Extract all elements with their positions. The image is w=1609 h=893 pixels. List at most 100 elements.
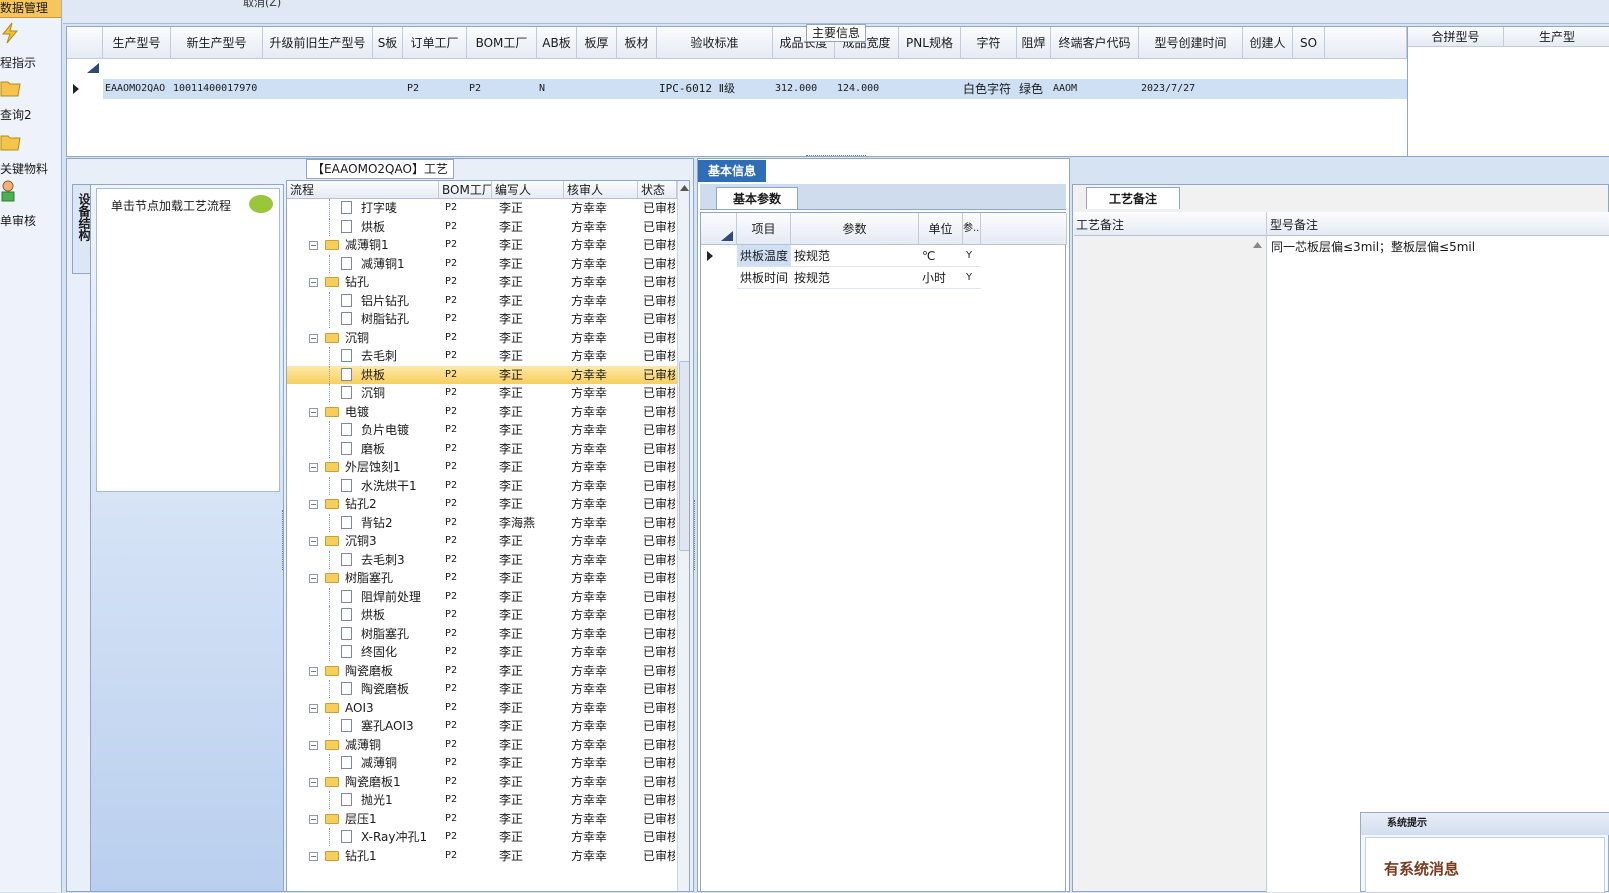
tree-row[interactable]: 背钻2 P2 李海燕 方幸幸 已审核	[287, 513, 677, 533]
tree-row[interactable]: 抛光1 P2 李正 方幸幸 已审核	[287, 791, 677, 810]
collapse-icon[interactable]: −	[309, 537, 318, 546]
basic-info-tab[interactable]: 基本信息	[698, 160, 766, 182]
process-tab[interactable]: 【EAAOMO2QAO】工艺流程	[306, 159, 454, 194]
basic-params-tab[interactable]: 基本参数	[716, 187, 798, 209]
col-header[interactable]: BOM工厂	[467, 27, 537, 59]
tree-row[interactable]: − 电镀 P2 李正 方幸幸 已审核	[287, 403, 677, 422]
col-header[interactable]: 型号备注	[1270, 216, 1318, 233]
collapse-icon[interactable]: −	[309, 851, 318, 861]
node-tree-list[interactable]: 单击节点加载工艺流程	[96, 188, 280, 492]
tree-row[interactable]: 减薄铜1 P2 李正 方幸幸 已审核	[287, 254, 677, 274]
col-header[interactable]: 状态	[638, 181, 677, 199]
collapse-icon[interactable]: −	[309, 740, 318, 750]
col-header[interactable]: 项目	[737, 213, 791, 245]
col-header[interactable]: 升级前旧生产型号	[263, 27, 373, 59]
collapse-icon[interactable]: −	[309, 407, 318, 417]
collapse-icon[interactable]: −	[309, 278, 318, 287]
collapse-icon[interactable]: −	[309, 500, 318, 509]
collapse-icon[interactable]: −	[309, 574, 318, 583]
tree-row[interactable]: − 减薄铜 P2 李正 方幸幸 已审核	[287, 736, 677, 755]
scroll-up-icon[interactable]	[1253, 242, 1262, 248]
col-header[interactable]: 参...	[963, 213, 981, 245]
col-header[interactable]: 阻焊	[1017, 27, 1051, 59]
col-header[interactable]: 板厚	[577, 27, 617, 59]
tree-scrollbar[interactable]	[677, 181, 689, 891]
system-notice-popup[interactable]: 系统提示 有系统消息	[1360, 812, 1609, 893]
tree-row[interactable]: 烘板 P2 李正 方幸幸 已审核	[287, 217, 677, 237]
col-header[interactable]: 新生产型号	[171, 27, 263, 59]
cell-unit[interactable]: 小时	[919, 267, 963, 289]
cell-unit[interactable]: ℃	[919, 245, 963, 267]
tree-row[interactable]: 打字唛 P2 李正 方幸幸 已审核	[287, 199, 677, 218]
collapse-icon[interactable]: −	[309, 777, 318, 787]
tree-row[interactable]: 塞孔AOI3 P2 李正 方幸幸 已审核	[287, 717, 677, 736]
collapse-icon[interactable]: −	[309, 703, 318, 713]
tree-row[interactable]: 去毛刺 P2 李正 方幸幸 已审核	[287, 347, 677, 366]
col-header[interactable]: PNL规格	[899, 27, 961, 59]
tree-row[interactable]: 沉铜 P2 李正 方幸幸 已审核	[287, 384, 677, 403]
cell-param[interactable]: 按规范	[791, 245, 919, 267]
splitter-handle[interactable]	[282, 510, 286, 570]
col-header[interactable]: 订单工厂	[403, 27, 467, 59]
scroll-thumb[interactable]	[679, 361, 689, 551]
cell-flag[interactable]: Y	[963, 245, 981, 267]
cell-flag[interactable]: Y	[963, 267, 981, 289]
process-tree-grid[interactable]: 流程 BOM工厂 编写人 核审人 状态 打字唛P2李正方幸幸已审核烘板P2李正方…	[286, 180, 690, 892]
collapse-icon[interactable]: −	[309, 666, 318, 676]
basic-params-grid[interactable]: 项目 参数 单位 参... 烘板温度 按规范 ℃ Y 烘板时间 按规范 小时 Y	[700, 212, 1067, 892]
col-header[interactable]: 编写人	[492, 181, 564, 199]
tree-row[interactable]: − 外层蚀刻1 P2 李正 方幸幸 已审核	[287, 458, 677, 477]
tree-row[interactable]: 水洗烘干1 P2 李正 方幸幸 已审核	[287, 476, 677, 496]
cell-item[interactable]: 烘板温度	[737, 245, 791, 267]
sidebar-item-key-material[interactable]: 关键物料	[0, 130, 61, 176]
col-header[interactable]: 工艺备注	[1076, 216, 1124, 233]
tree-row[interactable]: 终固化 P2 李正 方幸幸 已审核	[287, 643, 677, 662]
tree-row[interactable]: 陶瓷磨板 P2 李正 方幸幸 已审核	[287, 680, 677, 699]
tree-row[interactable]: 铝片钻孔 P2 李正 方幸幸 已审核	[287, 291, 677, 311]
tree-row[interactable]: − 层压1 P2 李正 方幸幸 已审核	[287, 810, 677, 829]
process-notes-tab[interactable]: 工艺备注	[1086, 187, 1180, 209]
collapse-icon[interactable]: −	[309, 333, 318, 343]
tree-row[interactable]: 树脂钻孔 P2 李正 方幸幸 已审核	[287, 310, 677, 329]
tree-row[interactable]: − 减薄铜1 P2 李正 方幸幸 已审核	[287, 236, 677, 255]
collapse-icon[interactable]: −	[309, 814, 318, 824]
col-header[interactable]: 创建人	[1243, 27, 1293, 59]
sidebar-item-order-review[interactable]: 单审核	[0, 180, 61, 228]
tree-row[interactable]: 去毛刺3 P2 李正 方幸幸 已审核	[287, 550, 677, 570]
col-header[interactable]: 核审人	[564, 181, 638, 199]
tree-row[interactable]: X-Ray冲孔1 P2 李正 方幸幸 已审核	[287, 828, 677, 847]
col-header[interactable]: 参数	[791, 213, 919, 245]
tree-row[interactable]: 磨板 P2 李正 方幸幸 已审核	[287, 439, 677, 459]
col-header[interactable]: BOM工厂	[439, 181, 492, 199]
tree-row[interactable]: 阻焊前处理 P2 李正 方幸幸 已审核	[287, 587, 677, 607]
sidebar-header[interactable]: 数据管理	[0, 0, 61, 18]
collapse-icon[interactable]: −	[309, 241, 318, 250]
tree-row[interactable]: − 钻孔1 P2 李正 方幸幸 已审核	[287, 847, 677, 866]
tree-row[interactable]: − 钻孔 P2 李正 方幸幸 已审核	[287, 273, 677, 292]
tree-row[interactable]: 树脂塞孔 P2 李正 方幸幸 已审核	[287, 624, 677, 644]
tree-row[interactable]: − AOI3 P2 李正 方幸幸 已审核	[287, 699, 677, 718]
col-header[interactable]: AB板	[537, 27, 577, 59]
tree-row[interactable]: − 钻孔2 P2 李正 方幸幸 已审核	[287, 495, 677, 514]
tree-row[interactable]: − 陶瓷磨板 P2 李正 方幸幸 已审核	[287, 662, 677, 681]
cell-param[interactable]: 按规范	[791, 267, 919, 289]
cancel-button[interactable]: 取消(Z)	[243, 0, 281, 10]
col-header[interactable]: 型号创建时间	[1139, 27, 1243, 59]
system-notice-message[interactable]: 有系统消息	[1384, 858, 1459, 879]
cell-item[interactable]: 烘板时间	[737, 267, 791, 289]
col-header[interactable]: 字符	[961, 27, 1017, 59]
col-header[interactable]: 板材	[617, 27, 657, 59]
collapse-icon[interactable]: −	[309, 463, 318, 472]
tree-row[interactable]: − 树脂塞孔 P2 李正 方幸幸 已审核	[287, 569, 677, 588]
col-header[interactable]: 生产型	[1504, 27, 1609, 47]
scroll-up-icon[interactable]	[680, 185, 689, 191]
tree-row[interactable]: − 沉铜3 P2 李正 方幸幸 已审核	[287, 532, 677, 551]
tree-row[interactable]: − 陶瓷磨板1 P2 李正 方幸幸 已审核	[287, 773, 677, 792]
col-header[interactable]: 流程	[287, 181, 439, 199]
model-note-area[interactable]: 同一芯板层偏≤3mil；整板层偏≤5mil	[1266, 236, 1609, 892]
col-header[interactable]: S板	[373, 27, 403, 59]
tree-row[interactable]: 负片电镀 P2 李正 方幸幸 已审核	[287, 421, 677, 440]
col-header[interactable]: 合拼型号	[1408, 27, 1504, 47]
col-header[interactable]: 终端客户代码	[1051, 27, 1139, 59]
sidebar-item-query2[interactable]: 查询2	[0, 76, 61, 122]
